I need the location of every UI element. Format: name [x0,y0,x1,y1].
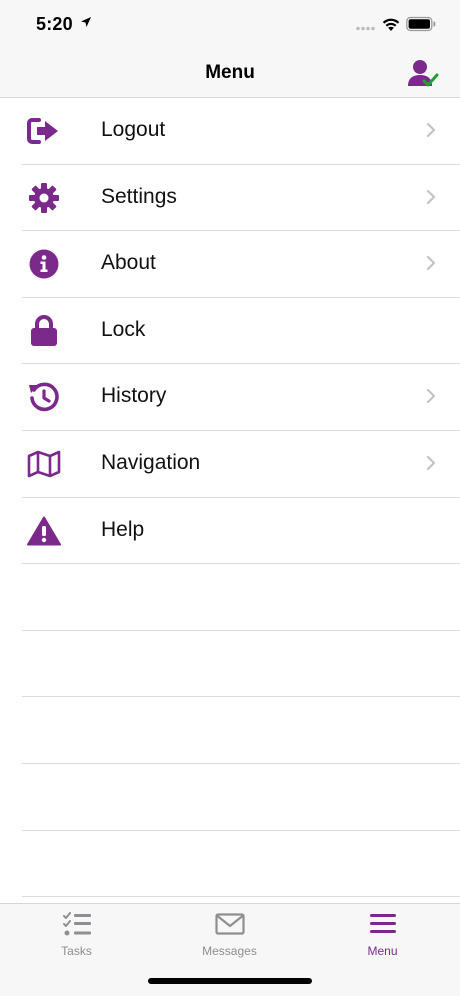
wifi-icon [382,18,400,31]
menu-item-lock[interactable]: Lock [0,298,460,365]
menu-item-help[interactable]: Help [0,498,460,565]
menu-item-label: Settings [101,184,177,208]
tab-label: Messages [202,944,257,958]
menu-item-label: About [101,251,156,275]
menu-item-about[interactable]: About [0,231,460,298]
tab-messages[interactable]: Messages [153,904,306,964]
menu-item-settings[interactable]: Settings [0,165,460,232]
menu-item-label: History [101,384,167,408]
battery-icon [406,16,436,32]
status-time: 5:20 [36,14,73,34]
tab-label: Tasks [61,944,92,958]
hamburger-icon [369,914,396,933]
tab-tasks[interactable]: Tasks [0,904,153,964]
gear-icon [26,181,62,215]
empty-row [0,764,460,831]
menu-item-logout[interactable]: Logout [0,98,460,165]
chevron-right-icon [426,189,436,204]
cellular-signal-icon [356,26,375,31]
logout-icon [26,114,62,148]
empty-row [0,564,460,631]
empty-row [0,631,460,698]
chevron-right-icon [426,122,436,138]
status-bar: 5:20 [0,0,460,50]
envelope-icon [214,913,245,935]
warning-icon [26,514,62,548]
chevron-right-icon [426,455,436,471]
map-icon [26,447,62,481]
home-indicator[interactable] [148,978,312,984]
menu-item-history[interactable]: History [0,364,460,431]
menu-item-label: Navigation [101,450,201,474]
tab-menu[interactable]: Menu [306,904,459,964]
tasks-icon [62,912,91,936]
navigation-bar: Menu [0,50,460,98]
menu-item-label: Help [101,517,145,541]
tab-label: Menu [367,944,398,958]
lock-icon [26,314,62,348]
menu-list: Logout Settings About Lock History Navig… [0,98,460,897]
menu-item-navigation[interactable]: Navigation [0,431,460,498]
chevron-right-icon [426,389,436,404]
menu-item-label: Lock [101,317,146,341]
empty-row [0,697,460,764]
menu-item-label: Logout [101,118,166,141]
user-status-icon[interactable] [404,58,440,90]
history-icon [26,380,62,414]
location-arrow-icon [81,17,91,27]
empty-row [0,831,460,898]
info-icon [26,247,62,281]
page-title: Menu [205,62,255,83]
chevron-right-icon [426,256,436,271]
